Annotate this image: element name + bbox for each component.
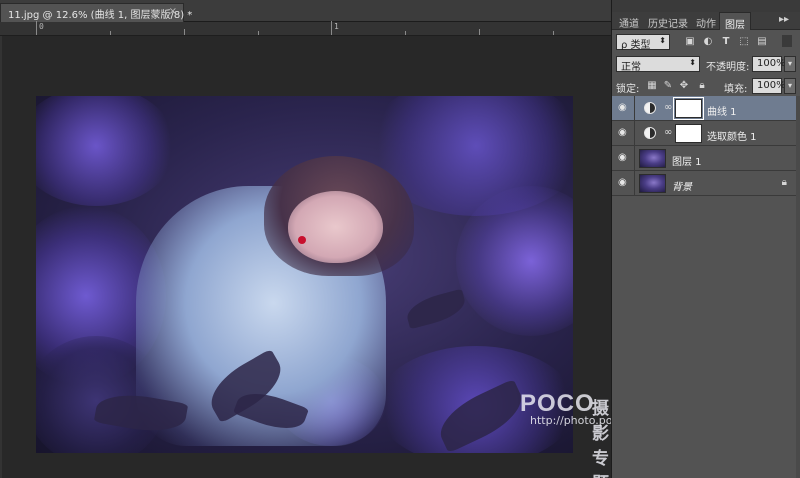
curves-adjustment-icon [644,102,656,114]
link-icon[interactable]: ∞ [664,102,672,113]
chevron-updown-icon: ⬍ [689,58,696,67]
layer-thumbnail[interactable] [639,149,666,168]
layer-row-selective-color[interactable]: ◉ ∞ 选取颜色 1 [612,121,800,146]
fill-label: 填充: [724,84,748,95]
eye-icon[interactable]: ◉ [618,153,630,163]
ruler-tick [36,21,37,35]
lock-position-icon[interactable]: ✥ [678,80,690,92]
vertical-ruler[interactable] [0,36,2,478]
eye-icon[interactable]: ◉ [618,178,630,188]
opacity-slider-toggle[interactable]: ▾ [784,56,796,72]
chevron-updown-icon: ⬍ [659,36,666,45]
layer-mask-thumbnail[interactable] [675,124,702,143]
opacity-label: 不透明度: [706,62,750,73]
layer-row-curves[interactable]: ◉ ∞ 曲线 1 [612,96,800,121]
ruler-tick [479,29,480,35]
document-area: 11.jpg @ 12.6% (曲线 1, 图层蒙版/8) * × 0 1 PO… [0,0,645,478]
fill-slider-toggle[interactable]: ▾ [784,78,796,94]
ruler-tick [405,31,406,35]
panel-title-strip [612,0,800,12]
document-tab-title: 11.jpg @ 12.6% (曲线 1, 图层蒙版/8) * [8,10,193,21]
tab-channels[interactable]: 通道 [614,12,644,30]
ruler-label-0: 0 [39,22,44,31]
eye-icon[interactable]: ◉ [618,128,630,138]
ruler-tick [553,31,554,35]
divider [634,96,635,121]
filter-kind-label: ρ 类型 [621,40,651,51]
blend-row: 正常 ⬍ 不透明度: 100% ▾ [612,54,800,74]
divider [634,146,635,171]
lock-paint-icon[interactable]: ✎ [662,80,674,92]
layer-thumbnail[interactable] [639,174,666,193]
document-tab-bar: 11.jpg @ 12.6% (曲线 1, 图层蒙版/8) * × [0,0,611,22]
type-filter-icon[interactable]: T [720,36,732,48]
fill-value: 100% [757,80,786,91]
opacity-input[interactable]: 100% [752,56,786,72]
ruler-tick [258,31,259,35]
layer-row-background[interactable]: ◉ 背景 🔒︎ [612,171,800,196]
pixel-filter-icon[interactable]: ▣ [684,36,696,48]
leaf [403,288,469,330]
ruler-tick [110,31,111,35]
adjustment-filter-icon[interactable]: ◐ [702,36,714,48]
subject-face [288,191,383,263]
layer-name[interactable]: 图层 1 [672,153,702,168]
blend-mode-value: 正常 [621,62,641,73]
layer-name[interactable]: 背景 [672,178,692,193]
document-tab[interactable]: 11.jpg @ 12.6% (曲线 1, 图层蒙版/8) * × [0,3,192,22]
panel-scrollbar[interactable] [796,96,800,478]
lock-icon: 🔒︎ [781,177,787,188]
flower-cluster [36,96,176,206]
shape-filter-icon[interactable]: ⬚ [738,36,750,48]
layers-list: ◉ ∞ 曲线 1 ◉ ∞ 选取颜色 1 ◉ 图层 1 ◉ 背景 🔒︎ [612,96,800,196]
layers-panel: 通道 历史记录 动作 图层 ▸▸ ρ 类型 ⬍ ▣ ◐ T ⬚ ▤ 正常 ⬍ 不… [611,0,800,478]
tab-actions[interactable]: 动作 [691,12,721,30]
ruler-tick [331,21,332,35]
panel-tab-bar: 通道 历史记录 动作 图层 ▸▸ [612,12,800,31]
selective-color-adjustment-icon [644,127,656,139]
layer-name[interactable]: 曲线 1 [707,103,737,118]
ruler-tick [184,29,185,35]
filter-toggle-icon[interactable] [782,35,792,47]
layer-filter-row: ρ 类型 ⬍ ▣ ◐ T ⬚ ▤ [612,32,800,52]
filter-kind-dropdown[interactable]: ρ 类型 ⬍ [616,34,670,51]
tab-history[interactable]: 历史记录 [643,12,693,30]
photo-canvas[interactable] [36,96,573,453]
horizontal-ruler[interactable]: 0 1 [0,21,611,36]
blend-mode-dropdown[interactable]: 正常 ⬍ [616,56,700,73]
divider [634,171,635,196]
smart-object-filter-icon[interactable]: ▤ [756,36,768,48]
close-icon[interactable]: × [169,6,177,17]
divider [634,121,635,146]
layer-name[interactable]: 选取颜色 1 [707,128,757,143]
watermark-brand-cn: 摄影专题 [592,399,609,478]
lock-transparency-icon[interactable]: ▦ [646,80,658,92]
ruler-label-1: 1 [334,22,339,31]
eye-icon[interactable]: ◉ [618,103,630,113]
subject-lips [298,236,306,244]
opacity-value: 100% [757,58,786,69]
panel-menu-icon[interactable]: ▸▸ [779,14,789,25]
fill-input[interactable]: 100% [752,78,786,94]
lock-label: 锁定: [616,84,640,95]
link-icon[interactable]: ∞ [664,127,672,138]
layer-row-layer-1[interactable]: ◉ 图层 1 [612,146,800,171]
lock-row: 锁定: ▦ ✎ ✥ 🔒︎ 填充: 100% ▾ [612,76,800,96]
tab-layers[interactable]: 图层 [719,12,751,31]
lock-all-icon[interactable]: 🔒︎ [696,80,708,92]
layer-mask-thumbnail[interactable] [673,97,704,120]
